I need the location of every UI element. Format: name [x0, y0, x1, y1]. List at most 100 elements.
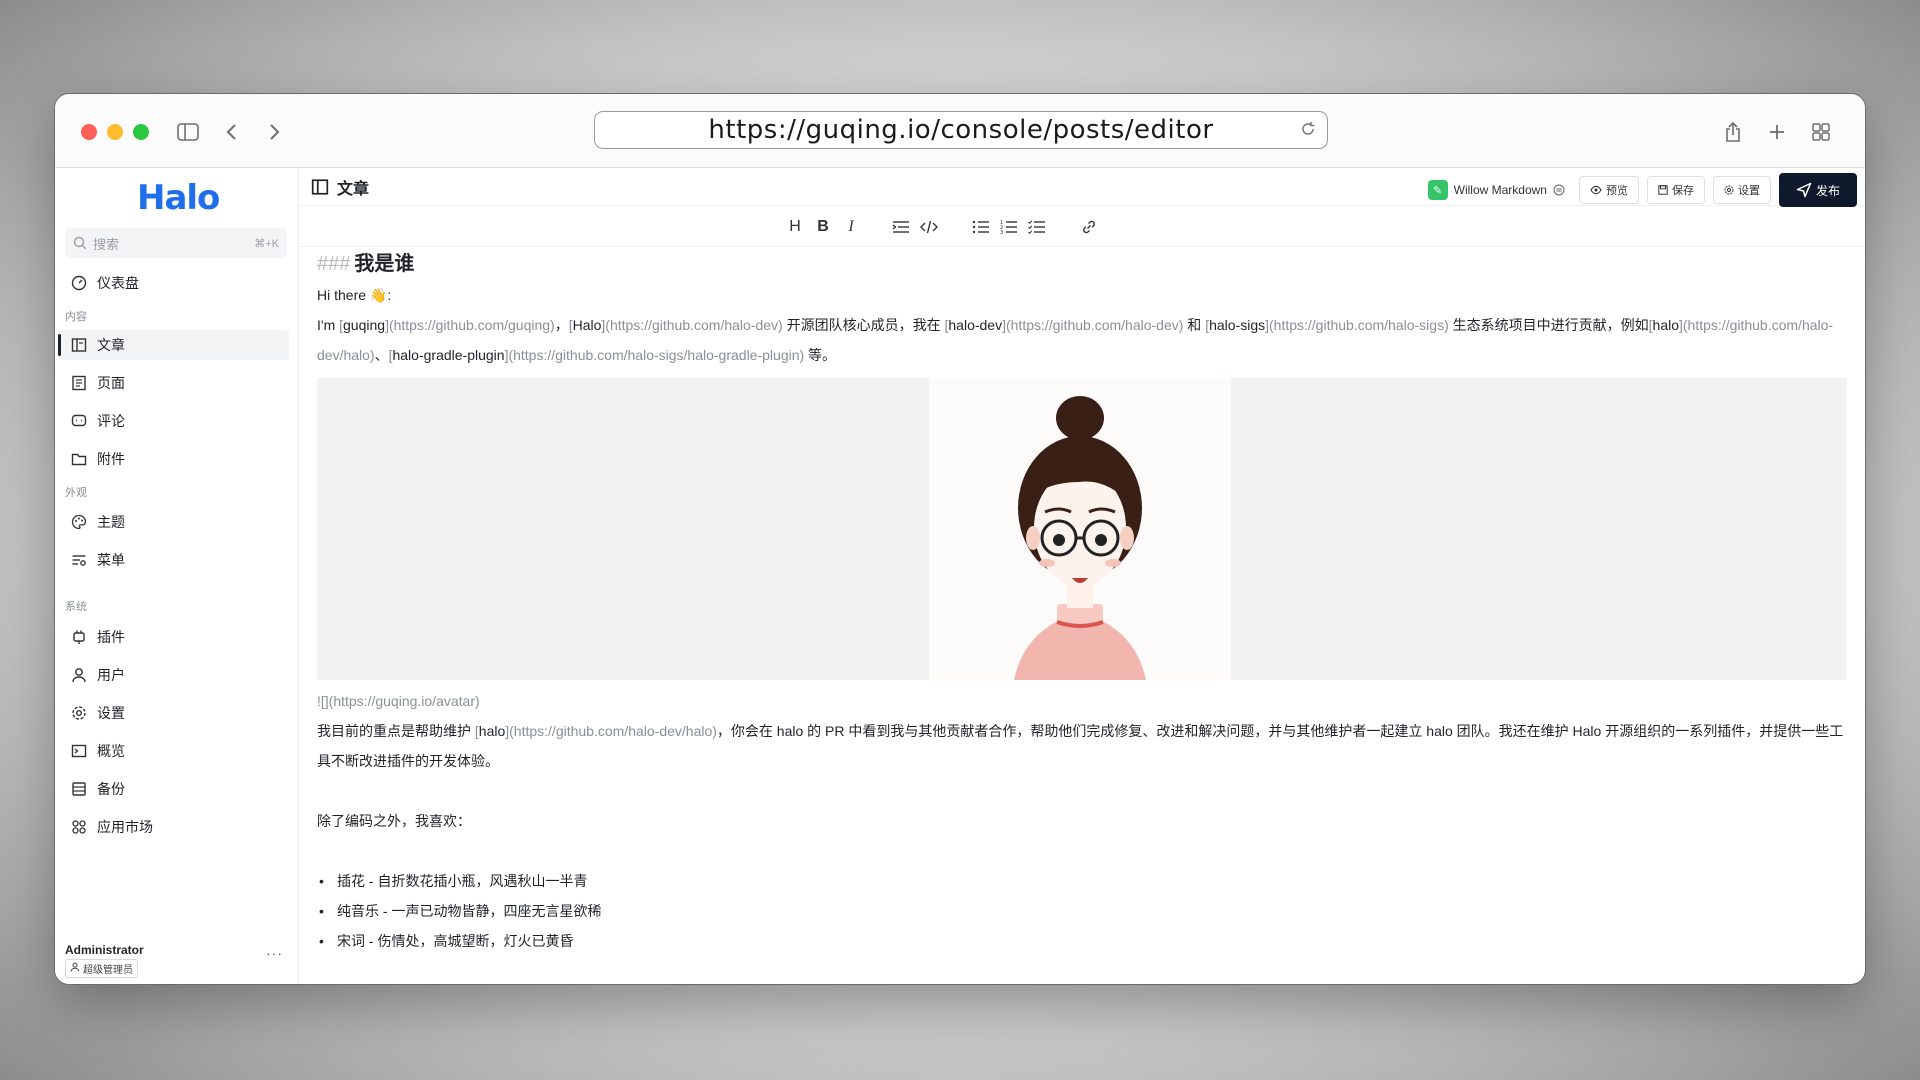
- preview-button[interactable]: 预览: [1578, 176, 1639, 204]
- role-label: 超级管理员: [83, 965, 133, 976]
- minimize-window-button[interactable]: [107, 124, 123, 140]
- plug-icon: [71, 629, 87, 645]
- editor-selector[interactable]: ✎ Willow Markdown: [1427, 180, 1565, 200]
- group-label-appearance: 外观: [65, 487, 87, 499]
- sidebar-item-themes[interactable]: 主题: [59, 507, 289, 537]
- link-url: (https://github.com/halo-dev): [605, 317, 783, 333]
- page-title: 文章: [311, 175, 369, 199]
- list-item: 宋词 - 伤情处，高城望断，灯火已黄昏: [317, 926, 1851, 956]
- sidebar-item-settings[interactable]: 设置: [59, 698, 289, 728]
- save-button[interactable]: 保存: [1646, 176, 1705, 204]
- italic-button[interactable]: I: [839, 215, 863, 239]
- forward-icon[interactable]: [263, 116, 287, 148]
- gear-icon: [1724, 185, 1734, 195]
- more-options-icon[interactable]: ···: [266, 945, 283, 961]
- likes-intro: 除了编码之外，我喜欢：: [317, 813, 471, 829]
- quote-icon[interactable]: [889, 215, 913, 239]
- user-icon: [71, 667, 87, 683]
- sidebar-item-label: 备份: [97, 781, 125, 797]
- share-icon[interactable]: [1721, 116, 1745, 148]
- link-text: halo: [478, 723, 506, 739]
- menu-list-icon: [71, 552, 87, 568]
- image-preview[interactable]: [317, 378, 1847, 680]
- link-icon[interactable]: [1077, 215, 1101, 239]
- sidebar-item-appstore[interactable]: 应用市场: [59, 812, 289, 842]
- reload-icon[interactable]: [1299, 120, 1317, 143]
- sidebar: Halo 搜索 ⌘+K 仪表盘 内容 文章 页面 评论 附件 外观 主题 菜单 …: [55, 168, 299, 984]
- sidebar-item-label: 评论: [97, 413, 125, 429]
- sidebar-toggle-icon[interactable]: [173, 116, 203, 148]
- bold-button[interactable]: B: [811, 215, 835, 239]
- zoom-window-button[interactable]: [133, 124, 149, 140]
- sidebar-item-overview[interactable]: 概览: [59, 736, 289, 766]
- sidebar-item-backup[interactable]: 备份: [59, 774, 289, 804]
- halo-logo[interactable]: Halo: [137, 178, 220, 218]
- publish-button[interactable]: 发布: [1778, 173, 1857, 207]
- sidebar-item-plugins[interactable]: 插件: [59, 622, 289, 652]
- format-toolbar: H B I 123: [299, 207, 1865, 247]
- search-placeholder: 搜索: [93, 236, 120, 252]
- search-shortcut: ⌘+K: [254, 237, 279, 250]
- sidebar-item-dashboard[interactable]: 仪表盘: [59, 268, 289, 298]
- sidebar-item-label: 文章: [97, 337, 125, 353]
- sidebar-item-comments[interactable]: 评论: [59, 406, 289, 436]
- search-input[interactable]: 搜索 ⌘+K: [65, 228, 287, 258]
- text-span: ，: [554, 317, 569, 333]
- url-text: https://guqing.io/console/posts/editor: [708, 115, 1214, 145]
- grid-apps-icon: [71, 819, 87, 835]
- sidebar-item-label: 应用市场: [97, 819, 153, 835]
- heading-button[interactable]: H: [783, 215, 807, 239]
- palette-icon: [71, 514, 87, 530]
- address-bar[interactable]: https://guqing.io/console/posts/editor: [594, 111, 1328, 149]
- pages-icon: [71, 375, 87, 391]
- text-span: 等。: [804, 347, 837, 363]
- task-list-icon[interactable]: [1025, 215, 1049, 239]
- link-text: Halo: [572, 317, 602, 333]
- heading-text: 我是谁: [354, 253, 415, 275]
- settings-button[interactable]: 设置: [1712, 176, 1771, 204]
- markdown-editor[interactable]: ### 我是谁 Hi there 👋: I'm [guqing](https://…: [317, 248, 1851, 956]
- user-icon: [70, 962, 80, 975]
- back-icon[interactable]: [219, 116, 243, 148]
- close-window-button[interactable]: [81, 124, 97, 140]
- posts-icon: [311, 178, 329, 196]
- sidebar-item-label: 菜单: [97, 552, 125, 568]
- sidebar-item-label: 主题: [97, 514, 125, 530]
- sidebar-item-users[interactable]: 用户: [59, 660, 289, 690]
- sidebar-item-attachments[interactable]: 附件: [59, 444, 289, 474]
- link-text: guqing: [343, 317, 386, 333]
- editor-name: Willow Markdown: [1453, 183, 1547, 197]
- search-icon: [73, 236, 87, 250]
- code-icon[interactable]: [917, 215, 941, 239]
- bullet-list-icon[interactable]: [969, 215, 993, 239]
- text-span: 生态系统项目中进行贡献，例如: [1448, 317, 1649, 333]
- terminal-icon: [71, 743, 87, 759]
- gear-icon: [71, 705, 87, 721]
- text-span: 、: [374, 347, 389, 363]
- sidebar-item-pages[interactable]: 页面: [59, 368, 289, 398]
- preview-label: 预览: [1605, 185, 1628, 197]
- sidebar-item-label: 附件: [97, 451, 125, 467]
- sidebar-item-menus[interactable]: 菜单: [59, 545, 289, 575]
- svg-text:3: 3: [1000, 230, 1003, 235]
- link-url: (https://github.com/halo-sigs): [1269, 317, 1449, 333]
- ordered-list-icon[interactable]: 123: [997, 215, 1021, 239]
- tab-overview-icon[interactable]: [1809, 116, 1833, 148]
- avatar-image: [929, 378, 1231, 680]
- sidebar-item-posts[interactable]: 文章: [58, 330, 289, 360]
- new-tab-icon[interactable]: [1765, 116, 1789, 148]
- group-label-content: 内容: [65, 311, 87, 323]
- folder-icon: [71, 451, 87, 467]
- link-text: halo-gradle-plugin: [392, 347, 505, 363]
- text-span: 和: [1183, 317, 1206, 333]
- posts-icon: [71, 337, 87, 353]
- sidebar-item-label: 页面: [97, 375, 125, 391]
- link-url: (https://github.com/halo-sigs/halo-gradl…: [508, 347, 805, 363]
- browser-toolbar: https://guqing.io/console/posts/editor: [55, 94, 1865, 168]
- greeting-line: Hi there 👋:: [317, 287, 392, 303]
- link-url: (https://github.com/guqing): [388, 317, 555, 333]
- sidebar-item-label: 概览: [97, 743, 125, 759]
- sidebar-item-label: 插件: [97, 629, 125, 645]
- page-title-text: 文章: [337, 180, 370, 198]
- current-user[interactable]: Administrator 超级管理员 ···: [65, 943, 291, 978]
